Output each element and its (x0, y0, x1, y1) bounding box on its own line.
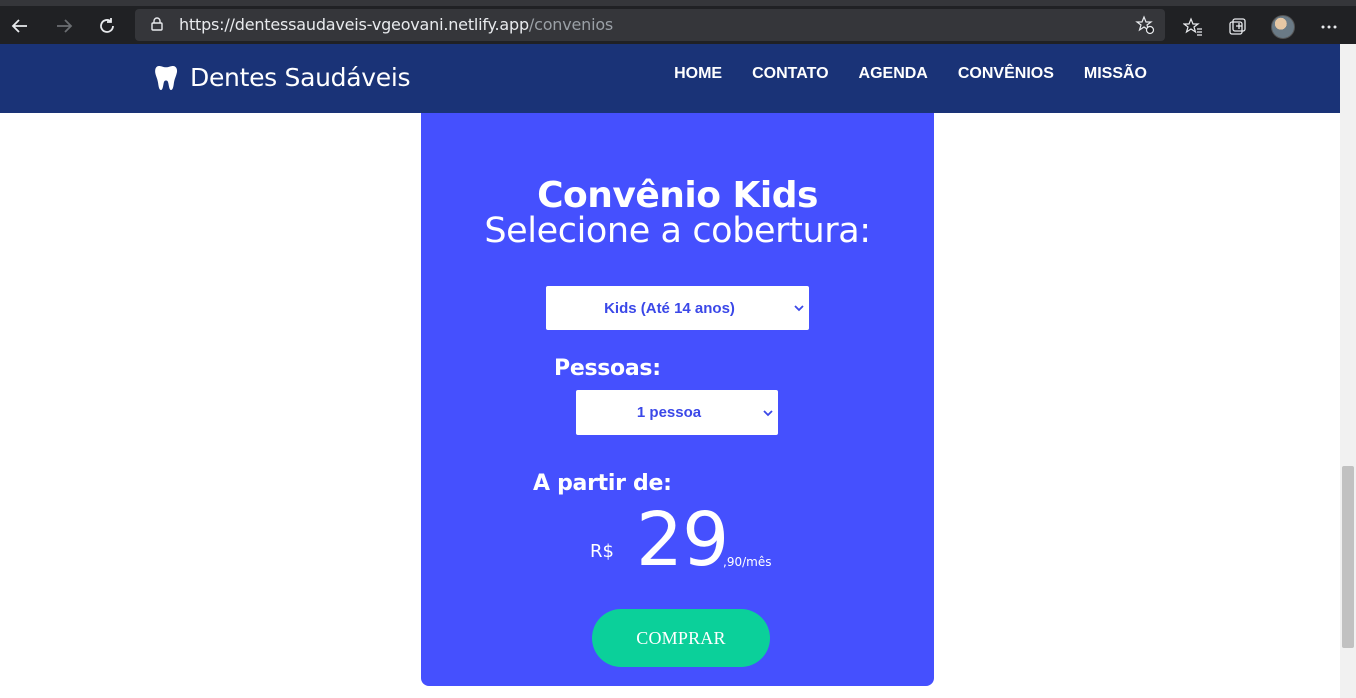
price-currency: R$ (590, 541, 614, 562)
people-select[interactable]: 1 pessoa (576, 390, 778, 435)
back-icon[interactable] (6, 12, 34, 40)
main-menu: HOME CONTATO AGENDA CONVÊNIOS MISSÃO (644, 65, 1147, 83)
url-text: https://dentessaudaveis-vgeovani.netlify… (179, 15, 613, 34)
url-path: /convenios (528, 15, 614, 34)
price-cents: ,90/mês (723, 555, 772, 569)
brand-link[interactable]: Dentes Saudáveis (154, 63, 411, 92)
nav-missao[interactable]: MISSÃO (1084, 65, 1147, 83)
people-select-value: 1 pessoa (636, 404, 702, 421)
browser-toolbar: https://dentessaudaveis-vgeovani.netlify… (0, 0, 1356, 44)
profile-avatar[interactable] (1271, 15, 1295, 39)
scrollbar-thumb[interactable] (1342, 466, 1354, 648)
address-bar[interactable]: https://dentessaudaveis-vgeovani.netlify… (135, 9, 1165, 41)
nav-home[interactable]: HOME (674, 65, 722, 83)
favorites-icon[interactable] (1180, 14, 1206, 40)
price-integer: 29 (636, 497, 729, 583)
buy-button[interactable]: COMPRAR (592, 609, 770, 667)
chevron-down-icon (794, 305, 804, 312)
price-label: A partir de: (533, 471, 672, 496)
page-scrollbar[interactable] (1340, 44, 1356, 698)
nav-contato[interactable]: CONTATO (752, 65, 828, 83)
chevron-down-icon (763, 409, 773, 416)
nav-agenda[interactable]: AGENDA (859, 65, 928, 83)
url-host: https://dentessaudaveis-vgeovani.netlify… (179, 15, 529, 34)
tooth-icon (155, 65, 178, 90)
coverage-select[interactable]: Kids (Até 14 anos) (546, 286, 809, 330)
add-favorite-icon[interactable] (1135, 15, 1155, 35)
nav-convenios[interactable]: CONVÊNIOS (958, 65, 1054, 83)
plan-title: Convênio Kids (537, 175, 818, 216)
more-icon[interactable] (1316, 14, 1342, 40)
forward-icon[interactable] (50, 12, 78, 40)
plan-subtitle: Selecione a cobertura: (484, 211, 871, 251)
reload-icon[interactable] (93, 12, 121, 40)
lock-icon (151, 17, 163, 31)
coverage-select-value: Kids (Até 14 anos) (604, 299, 735, 317)
plan-card: Convênio Kids Selecione a cobertura: Kid… (421, 113, 934, 686)
brand-name: Dentes Saudáveis (190, 63, 411, 92)
collections-icon[interactable] (1224, 14, 1250, 40)
site-header: Dentes Saudáveis HOME CONTATO AGENDA CON… (0, 44, 1340, 113)
people-label: Pessoas: (554, 356, 661, 381)
